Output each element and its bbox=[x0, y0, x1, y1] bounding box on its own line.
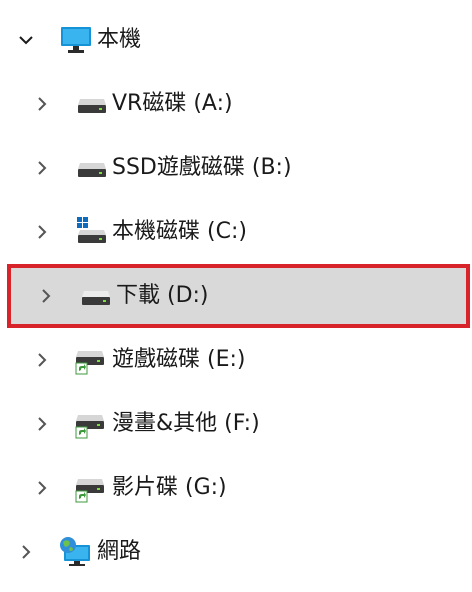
chevron-right-icon[interactable] bbox=[34, 352, 50, 368]
drive-label: SSD遊戲磁碟 (B:) bbox=[112, 155, 292, 180]
chevron-right-icon[interactable] bbox=[34, 160, 50, 176]
tree-item-this-pc[interactable]: 本機 bbox=[0, 14, 472, 66]
tree-item-drive-c[interactable]: 本機磁碟 (C:) bbox=[0, 206, 472, 258]
drive-label: 下載 (D:) bbox=[116, 283, 209, 308]
windows-drive-icon bbox=[76, 216, 108, 246]
chevron-right-icon[interactable] bbox=[34, 416, 50, 432]
chevron-right-icon[interactable] bbox=[34, 224, 50, 240]
drive-label: 本機磁碟 (C:) bbox=[112, 219, 247, 244]
shared-drive-icon bbox=[74, 410, 106, 440]
tree-item-drive-a[interactable]: VR磁碟 (A:) bbox=[0, 78, 472, 130]
chevron-right-icon[interactable] bbox=[38, 288, 54, 304]
tree-item-drive-e[interactable]: 遊戲磁碟 (E:) bbox=[0, 334, 472, 386]
shared-drive-icon bbox=[74, 346, 106, 376]
tree-item-network[interactable]: 網路 bbox=[0, 526, 472, 578]
drive-icon bbox=[80, 282, 112, 312]
navigation-tree: 本機 VR磁碟 (A:) SSD遊戲磁碟 (B:) 本機磁碟 (C:) 下載 (… bbox=[0, 0, 472, 592]
chevron-right-icon[interactable] bbox=[18, 544, 34, 560]
chevron-down-icon[interactable] bbox=[18, 32, 34, 48]
this-pc-label: 本機 bbox=[97, 27, 142, 52]
chevron-right-icon[interactable] bbox=[34, 96, 50, 112]
tree-item-drive-f[interactable]: 漫畫&其他 (F:) bbox=[0, 398, 472, 450]
drive-icon bbox=[76, 90, 108, 120]
network-icon bbox=[58, 535, 90, 566]
drive-label: 漫畫&其他 (F:) bbox=[112, 411, 260, 436]
drive-icon bbox=[76, 154, 108, 184]
shared-drive-icon bbox=[74, 474, 106, 504]
drive-label: 遊戲磁碟 (E:) bbox=[112, 347, 246, 372]
computer-icon bbox=[60, 25, 92, 55]
drive-label: VR磁碟 (A:) bbox=[112, 91, 233, 116]
chevron-right-icon[interactable] bbox=[34, 480, 50, 496]
tree-item-drive-b[interactable]: SSD遊戲磁碟 (B:) bbox=[0, 142, 472, 194]
tree-item-drive-d[interactable]: 下載 (D:) bbox=[7, 264, 470, 328]
tree-item-drive-g[interactable]: 影片碟 (G:) bbox=[0, 462, 472, 514]
network-label: 網路 bbox=[97, 539, 142, 564]
drive-label: 影片碟 (G:) bbox=[112, 475, 227, 500]
